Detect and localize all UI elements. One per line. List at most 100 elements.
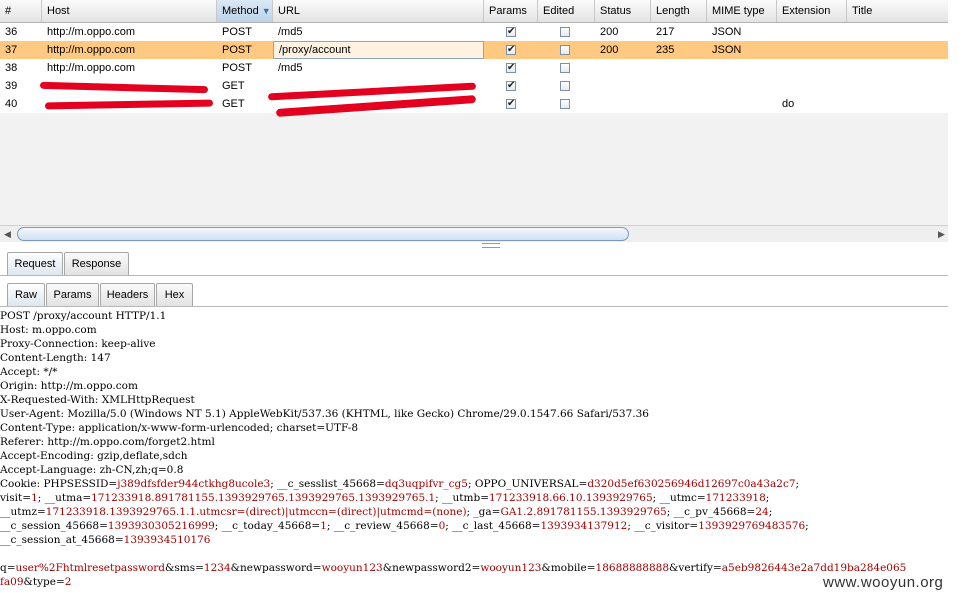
params-checkbox[interactable]: ✔	[506, 63, 516, 73]
params-checkbox[interactable]: ✔	[506, 99, 516, 109]
splitter-grip-icon[interactable]	[482, 243, 500, 248]
param-key: ;	[805, 520, 809, 532]
param-key: &sms=	[165, 562, 204, 574]
param-value: GA1.2.891781155.1393929765	[500, 506, 667, 518]
scrollbar-thumb[interactable]	[17, 227, 629, 241]
param-value: 171233918	[705, 492, 766, 504]
header-line: Origin: http://m.oppo.com	[0, 380, 138, 392]
table-row[interactable]: 36 http://m.oppo.com POST/md5 ✔ 200 217 JSON	[0, 23, 948, 41]
param-key: ;	[768, 506, 773, 518]
column-header-url[interactable]: URL	[273, 0, 484, 22]
param-key: ; __c_sesslist_45668=	[270, 478, 385, 490]
proxy-history-table: # Host Method ▼ URL Params Edited Status …	[0, 0, 948, 242]
horizontal-scrollbar[interactable]: ◀ ▶	[0, 225, 948, 242]
tab-response[interactable]: Response	[64, 252, 129, 275]
table-row[interactable]: 38 http://m.oppo.com POST/md5 ✔	[0, 59, 948, 77]
param-value: 171233918.66.10.1393929765	[489, 492, 653, 504]
raw-message-editor[interactable]: POST /proxy/account HTTP/1.1 Host: m.opp…	[0, 309, 963, 589]
edited-checkbox[interactable]	[560, 81, 570, 91]
tab-headers[interactable]: Headers	[100, 283, 155, 306]
header-line: Proxy-Connection: keep-alive	[0, 338, 156, 350]
header-line: Accept: */*	[0, 366, 58, 378]
cell-method: GET	[222, 80, 245, 92]
cell-method: POST	[222, 26, 252, 38]
param-value: user%2Fhtmlresetpassword	[15, 562, 166, 574]
cell-host: http://m.oppo.com	[47, 26, 136, 38]
column-header-method[interactable]: Method ▼	[217, 0, 273, 22]
param-key: ; OPPO_UNIVERSAL=	[467, 478, 588, 490]
cell-mime	[707, 59, 777, 77]
body-line: q=user%2Fhtmlresetpassword&sms=1234&newp…	[0, 561, 963, 575]
cell-length	[651, 59, 707, 77]
cell-length: 235	[656, 44, 675, 56]
cell-method: GET	[222, 98, 245, 110]
body-lines: q=user%2Fhtmlresetpassword&sms=1234&newp…	[0, 561, 963, 589]
param-value: 18688888888	[595, 562, 670, 574]
edited-checkbox[interactable]	[560, 45, 570, 55]
param-key: ;	[795, 478, 800, 490]
cell-length: 217	[656, 26, 675, 38]
cell-mime	[707, 77, 777, 95]
param-value: 1393930305216999	[107, 520, 215, 532]
param-key: &type=	[23, 576, 65, 588]
cell-status	[595, 59, 651, 77]
scroll-left-icon[interactable]: ◀	[4, 229, 11, 240]
column-header-edited[interactable]: Edited	[538, 0, 595, 22]
param-key: &newpassword=	[230, 562, 322, 574]
edited-checkbox[interactable]	[560, 99, 570, 109]
param-value: 2	[64, 576, 72, 588]
column-header-num[interactable]: #	[0, 0, 42, 22]
params-checkbox[interactable]: ✔	[506, 45, 516, 55]
header-line: Host: m.oppo.com	[0, 324, 97, 336]
tab-params[interactable]: Params	[46, 283, 99, 306]
cell-status	[595, 77, 651, 95]
param-key: q=	[0, 562, 16, 574]
param-key: ; __utma=	[37, 492, 92, 504]
param-key: ; __c_visitor=	[627, 520, 699, 532]
column-header-title[interactable]: Title	[847, 0, 948, 22]
table-row[interactable]: 37 http://m.oppo.com POST/proxy/account ✔ 20…	[0, 41, 948, 59]
pane-splitter[interactable]	[0, 242, 948, 248]
column-header-mime-type[interactable]: MIME type	[707, 0, 777, 22]
cookie-lines: Cookie: PHPSESSID=j389dfsfder944ctkhg8uc…	[0, 477, 963, 547]
params-checkbox[interactable]: ✔	[506, 81, 516, 91]
scroll-right-icon[interactable]: ▶	[938, 229, 945, 240]
param-value: wooyun123	[321, 562, 383, 574]
column-header-method-label: Method	[222, 5, 259, 17]
param-key: &newpassword2=	[382, 562, 481, 574]
edited-checkbox[interactable]	[560, 63, 570, 73]
column-header-status[interactable]: Status	[595, 0, 651, 22]
column-header-extension[interactable]: Extension	[777, 0, 847, 22]
param-key: __utmz=	[0, 506, 46, 518]
param-key: ; _ga=	[466, 506, 501, 518]
tab-request[interactable]: Request	[7, 252, 63, 275]
param-value: 24	[755, 506, 769, 518]
tab-hex[interactable]: Hex	[156, 283, 193, 306]
cell-url: /md5	[278, 62, 303, 74]
cell-method: POST	[222, 62, 252, 74]
cell-url: /proxy/account	[273, 41, 484, 59]
sort-descending-icon: ▼	[261, 6, 271, 16]
view-tabbar: Raw Params Headers Hex	[0, 282, 948, 307]
column-header-params[interactable]: Params	[484, 0, 538, 22]
param-value: 1234	[203, 562, 231, 574]
cell-num: 39	[5, 80, 18, 92]
cell-host: http://m.oppo.com	[47, 44, 136, 56]
cookie-line: __c_session_45668=1393930305216999; __c_…	[0, 519, 963, 533]
cell-status	[595, 95, 651, 113]
param-key: ; __c_today_45668=	[214, 520, 321, 532]
table-header: # Host Method ▼ URL Params Edited Status …	[0, 0, 948, 23]
params-checkbox[interactable]: ✔	[506, 27, 516, 37]
cell-status: 200	[600, 26, 619, 38]
cell-host: http://m.oppo.com	[47, 62, 136, 74]
tab-raw[interactable]: Raw	[7, 283, 45, 306]
cell-extension	[777, 23, 847, 41]
column-header-length[interactable]: Length	[651, 0, 707, 22]
cell-mime: JSON	[712, 44, 742, 56]
column-header-host[interactable]: Host	[42, 0, 217, 22]
param-key: Cookie: PHPSESSID=	[0, 478, 118, 490]
watermark: www.wooyun.org	[823, 574, 944, 591]
edited-checkbox[interactable]	[560, 27, 570, 37]
cell-extension	[777, 77, 847, 95]
